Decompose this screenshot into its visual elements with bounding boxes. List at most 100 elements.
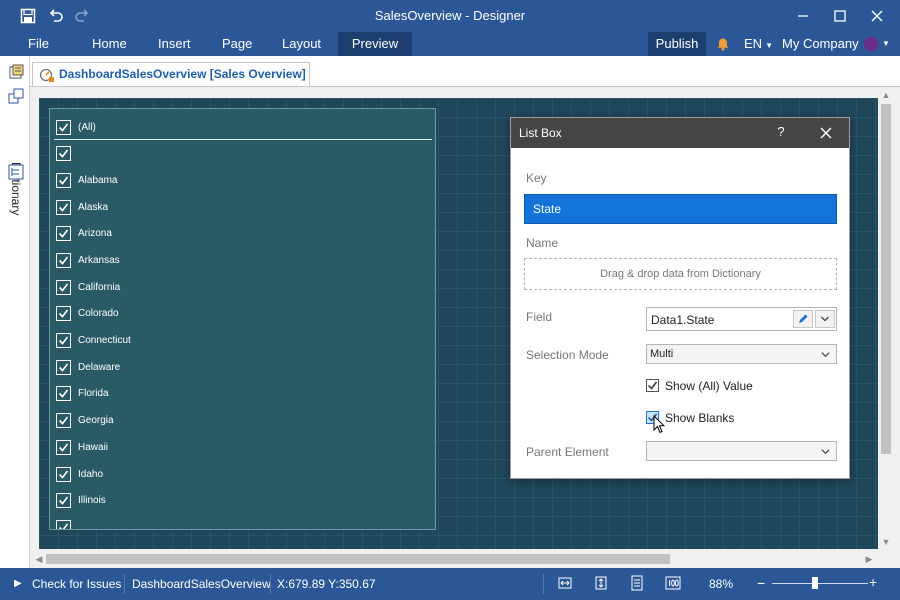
list-item[interactable]: (All) (56, 118, 96, 136)
dashboard-name[interactable]: DashboardSalesOverview (132, 577, 271, 591)
key-label: Key (526, 171, 547, 185)
company-logo-icon[interactable] (864, 37, 878, 51)
field-dropdown-button[interactable] (815, 310, 835, 328)
tab-preview[interactable]: Preview (338, 32, 412, 56)
bell-icon[interactable] (716, 37, 730, 51)
close-icon[interactable] (817, 123, 835, 143)
checkbox-checked-icon[interactable] (56, 172, 71, 188)
close-button[interactable] (858, 0, 896, 32)
checkbox-checked-icon[interactable] (56, 145, 71, 161)
checkbox-checked-icon[interactable] (56, 466, 71, 482)
report-tree-icon[interactable] (8, 88, 24, 104)
checkbox-checked-icon[interactable] (56, 225, 71, 241)
list-item-label: Arizona (78, 227, 112, 239)
checkbox-checked-icon[interactable] (56, 252, 71, 268)
selection-mode-select[interactable]: Multi (646, 344, 837, 364)
tab-file[interactable]: File (18, 32, 59, 56)
redo-icon[interactable] (72, 6, 92, 26)
status-divider (543, 574, 544, 594)
checkbox-checked-icon[interactable] (56, 439, 71, 455)
zoom-level: 88% (709, 577, 734, 591)
checkbox-checked-icon[interactable] (56, 119, 71, 135)
undo-icon[interactable] (46, 6, 66, 26)
document-tab-label: DashboardSalesOverview [Sales Overview] (59, 67, 306, 81)
zoom-slider-thumb[interactable] (812, 577, 819, 589)
document-tab[interactable]: DashboardSalesOverview [Sales Overview] (32, 62, 310, 86)
check-issues-button[interactable]: Check for Issues (32, 577, 121, 591)
status-divider (124, 574, 125, 594)
list-item[interactable]: California (56, 278, 120, 296)
list-item[interactable]: Idaho (56, 465, 103, 483)
list-box-element[interactable]: (All) Alabama Alaska Arizona Arkansas Ca… (49, 108, 436, 530)
checkbox-checked-icon[interactable] (56, 279, 71, 295)
expand-arrow-icon[interactable]: ▶ (14, 578, 22, 589)
maximize-button[interactable] (821, 0, 859, 32)
list-item[interactable]: Georgia (56, 411, 114, 429)
checkbox-checked-icon[interactable] (56, 332, 71, 348)
list-item-partial[interactable] (56, 518, 78, 529)
list-item[interactable]: Colorado (56, 304, 119, 322)
list-item-label: Connecticut (78, 334, 131, 346)
zoom-in-icon[interactable]: + (869, 574, 877, 590)
scroll-up-icon[interactable]: ▲ (881, 90, 891, 100)
mouse-pointer-icon (653, 414, 666, 435)
vertical-scroll-thumb[interactable] (881, 104, 891, 454)
list-item[interactable] (56, 144, 78, 162)
list-item[interactable]: Illinois (56, 491, 106, 509)
list-item-label: California (78, 281, 121, 293)
dialog-header[interactable]: List Box ? (511, 118, 849, 148)
whole-page-icon[interactable] (629, 575, 645, 591)
chevron-down-icon[interactable]: ▼ (882, 32, 890, 56)
key-field[interactable]: State (524, 194, 837, 224)
name-drop-zone[interactable]: Drag & drop data from Dictionary (524, 258, 837, 290)
actual-size-icon[interactable] (665, 575, 681, 591)
field-input[interactable]: Data1.State (646, 307, 837, 331)
checkbox-checked-icon[interactable] (56, 412, 71, 428)
zoom-out-icon[interactable]: − (757, 575, 765, 591)
checkbox-checked-icon[interactable] (56, 492, 71, 508)
help-icon[interactable]: ? (773, 124, 789, 142)
language-label: EN (744, 36, 763, 51)
checkbox-checked-icon[interactable] (56, 519, 71, 529)
scroll-right-icon[interactable]: ▶ (864, 554, 874, 564)
list-item[interactable]: Arizona (56, 224, 112, 242)
edit-expression-button[interactable] (793, 310, 813, 328)
tab-page[interactable]: Page (212, 32, 262, 56)
show-all-checkbox[interactable] (646, 379, 659, 392)
dashboard-icon (39, 67, 55, 83)
tab-layout[interactable]: Layout (272, 32, 331, 56)
zoom-slider[interactable] (772, 583, 868, 584)
list-item-label: Illinois (78, 494, 106, 506)
scroll-left-icon[interactable]: ◀ (34, 554, 44, 564)
list-item[interactable]: Delaware (56, 358, 120, 376)
checkbox-checked-icon[interactable] (56, 385, 71, 401)
company-label[interactable]: My Company (782, 32, 859, 56)
parent-element-select[interactable] (646, 441, 837, 461)
dictionary-tree-icon[interactable] (8, 164, 24, 180)
list-item[interactable]: Florida (56, 384, 109, 402)
save-icon[interactable] (18, 6, 38, 26)
list-item-label: Georgia (78, 414, 114, 426)
minimize-button[interactable] (784, 0, 822, 32)
chevron-down-icon (821, 316, 829, 322)
list-item[interactable]: Alaska (56, 198, 108, 216)
checkbox-checked-icon[interactable] (56, 359, 71, 375)
tab-insert[interactable]: Insert (148, 32, 201, 56)
tab-home[interactable]: Home (82, 32, 137, 56)
list-item[interactable]: Alabama (56, 171, 117, 189)
checkbox-checked-icon[interactable] (56, 199, 71, 215)
ribbon-tabs: File Home Insert Page Layout Preview Pub… (0, 32, 900, 56)
publish-button[interactable]: Publish (648, 32, 706, 56)
fit-width-icon[interactable] (557, 575, 573, 591)
list-item[interactable]: Connecticut (56, 331, 131, 349)
language-selector[interactable]: EN ▼ (744, 32, 773, 58)
list-item[interactable]: Hawaii (56, 438, 108, 456)
fit-height-icon[interactable] (593, 575, 609, 591)
list-item[interactable]: Arkansas (56, 251, 120, 269)
list-item-label: (All) (78, 121, 96, 133)
properties-icon[interactable] (8, 64, 24, 80)
checkbox-checked-icon[interactable] (56, 305, 71, 321)
horizontal-scroll-thumb[interactable] (46, 554, 670, 564)
scroll-down-icon[interactable]: ▼ (881, 537, 891, 547)
status-bar: ▶ Check for Issues DashboardSalesOvervie… (0, 568, 900, 600)
